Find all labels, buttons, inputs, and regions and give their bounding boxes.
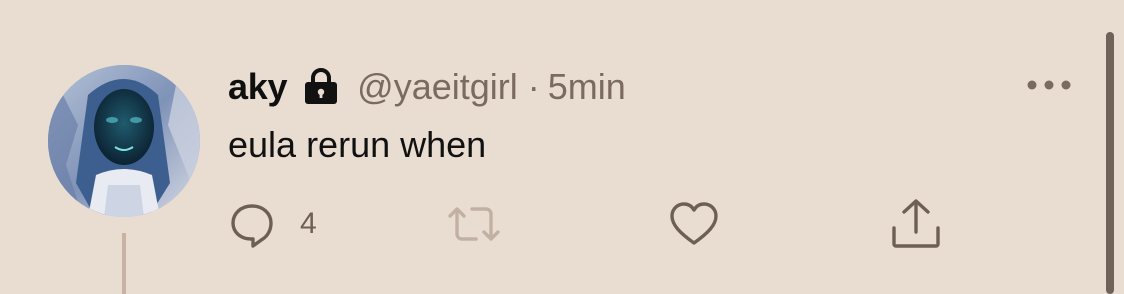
retweet-button[interactable] [444, 196, 504, 252]
timestamp[interactable]: 5min [548, 66, 626, 108]
avatar[interactable] [48, 65, 200, 217]
more-icon [1027, 80, 1071, 90]
heart-icon [670, 202, 718, 245]
tweet[interactable]: aky @yaeitgirl · 5min eula rerun when 4 [0, 0, 1124, 294]
reply-icon [231, 204, 273, 248]
share-icon [892, 199, 940, 248]
share-button[interactable] [888, 196, 944, 252]
tweet-actions: 4 [0, 196, 1124, 252]
tweet-text: eula rerun when [228, 124, 487, 165]
reply-count: 4 [300, 207, 317, 240]
more-options-button[interactable] [1024, 70, 1074, 100]
retweet-icon [448, 207, 500, 241]
like-button[interactable] [668, 196, 720, 252]
user-handle[interactable]: @yaeitgirl [357, 66, 518, 108]
separator-dot: · [527, 66, 540, 107]
tweet-header: aky @yaeitgirl · 5min [228, 64, 626, 110]
avatar-image [48, 65, 200, 217]
reply-button[interactable]: 4 [228, 196, 317, 252]
scrollbar[interactable] [1106, 32, 1114, 294]
display-name[interactable]: aky [228, 66, 287, 108]
lock-icon [301, 68, 341, 106]
